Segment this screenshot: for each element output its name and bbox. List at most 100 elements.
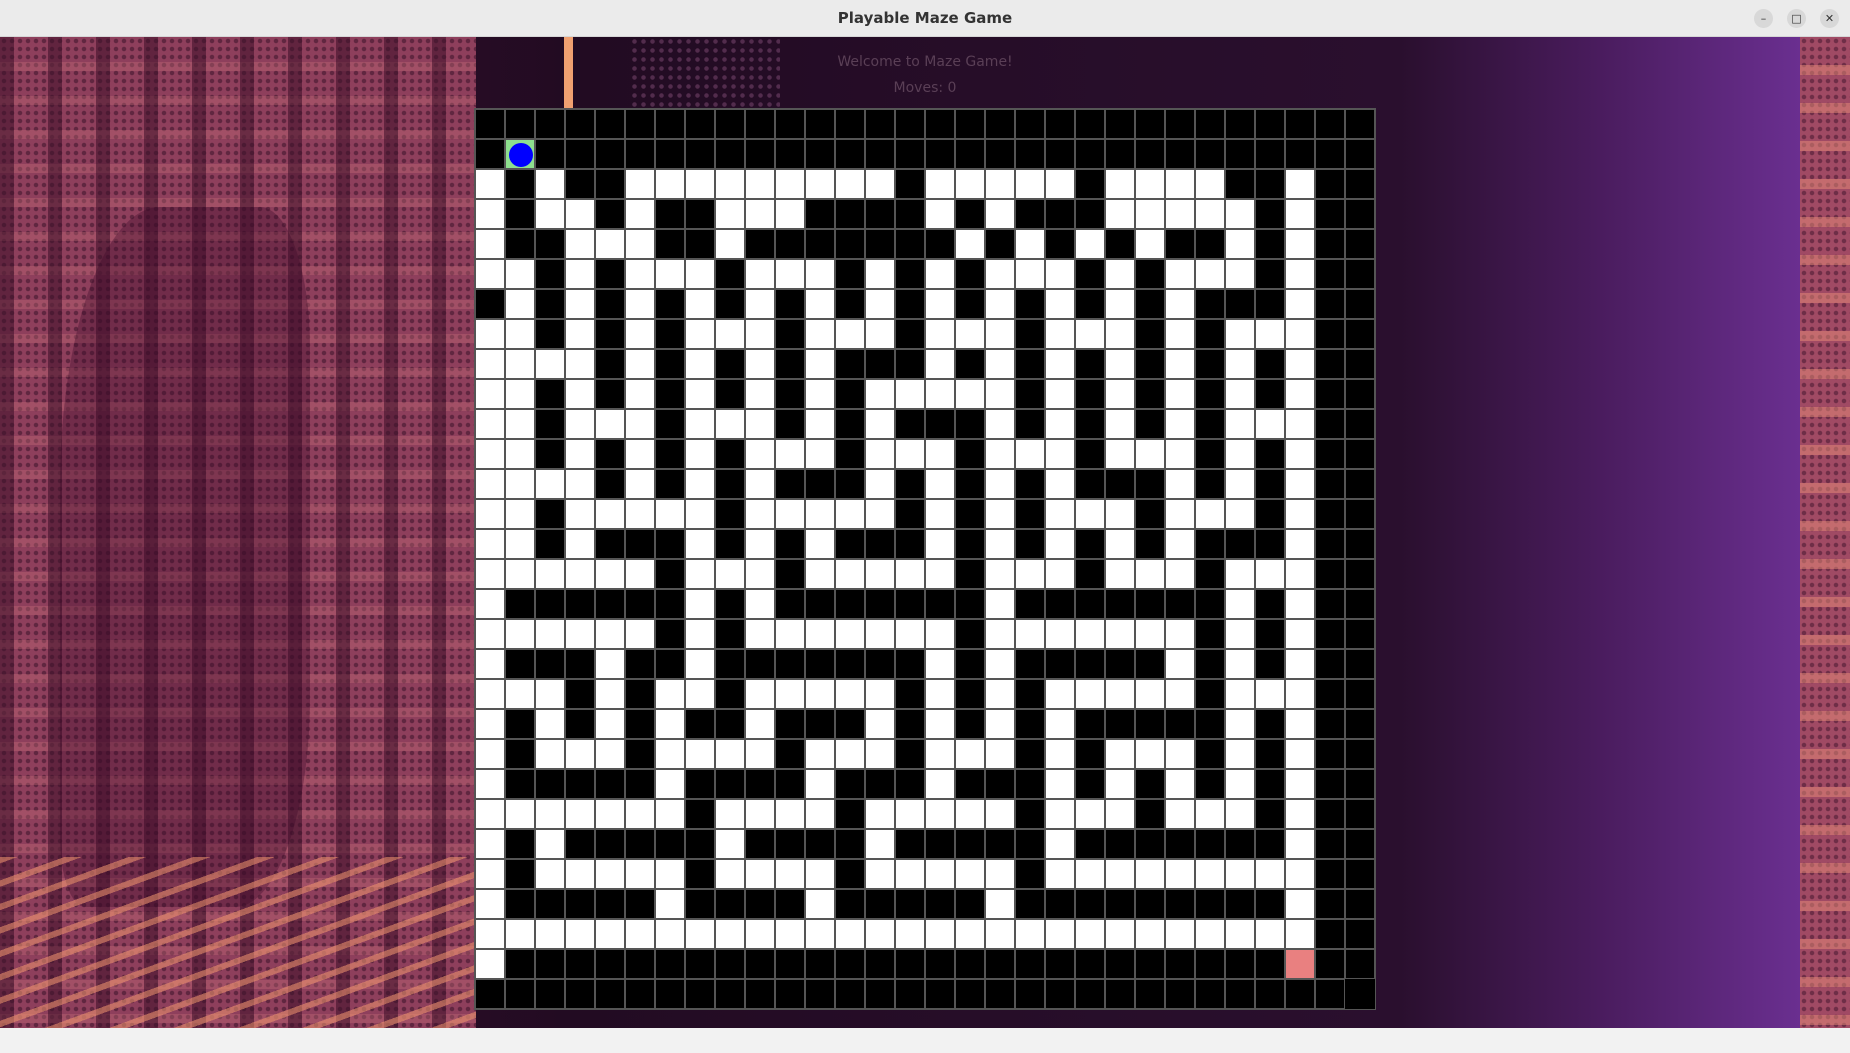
maze-path <box>505 289 535 319</box>
maze-wall <box>1045 229 1075 259</box>
maze-wall <box>835 649 865 679</box>
maze-wall <box>595 769 625 799</box>
maze-wall <box>805 829 835 859</box>
maze-wall <box>925 139 955 169</box>
maze-wall <box>505 859 535 889</box>
maze-wall <box>1105 829 1135 859</box>
maze-path <box>1015 169 1045 199</box>
maze-grid[interactable] <box>474 108 1376 1010</box>
maze-wall <box>1315 769 1345 799</box>
maze-path <box>655 259 685 289</box>
maze-path <box>1045 739 1075 769</box>
maze-path <box>745 499 775 529</box>
maze-path <box>1255 679 1285 709</box>
maze-wall <box>1345 169 1375 199</box>
maze-wall <box>985 109 1015 139</box>
maze-wall <box>625 139 655 169</box>
maze-path <box>475 739 505 769</box>
maze-wall <box>1345 109 1375 139</box>
maze-path <box>865 439 895 469</box>
maze-wall <box>925 829 955 859</box>
maze-wall <box>1255 769 1285 799</box>
maze-wall <box>475 139 505 169</box>
maze-path <box>985 649 1015 679</box>
maze-wall <box>865 529 895 559</box>
maze-wall <box>595 829 625 859</box>
maze-wall <box>895 289 925 319</box>
maze-wall <box>1225 109 1255 139</box>
maze-path <box>505 259 535 289</box>
maze-wall <box>1255 529 1285 559</box>
maze-path <box>985 199 1015 229</box>
maze-path <box>685 319 715 349</box>
maze-wall <box>685 889 715 919</box>
close-icon[interactable]: ✕ <box>1820 9 1839 28</box>
maze-path <box>925 679 955 709</box>
maze-path <box>1285 379 1315 409</box>
maze-wall <box>1195 379 1225 409</box>
maze-wall <box>1195 439 1225 469</box>
maze-path <box>535 199 565 229</box>
minimize-icon[interactable]: – <box>1754 9 1773 28</box>
maze-path <box>835 739 865 769</box>
maze-wall <box>1315 109 1345 139</box>
maze-wall <box>1135 499 1165 529</box>
maze-path <box>985 469 1015 499</box>
maze-wall <box>1315 439 1345 469</box>
maze-wall <box>655 529 685 559</box>
maze-wall <box>1165 889 1195 919</box>
maze-wall <box>775 379 805 409</box>
maze-wall <box>895 679 925 709</box>
maze-path <box>505 499 535 529</box>
maze-path <box>775 799 805 829</box>
maximize-icon[interactable]: □ <box>1787 9 1806 28</box>
player-token[interactable] <box>509 143 533 167</box>
maze-path <box>745 409 775 439</box>
maze-wall <box>1045 649 1075 679</box>
maze-path <box>595 619 625 649</box>
maze-wall <box>1345 829 1375 859</box>
maze-wall <box>745 109 775 139</box>
maze-path <box>1045 319 1075 349</box>
maze-wall <box>1315 619 1345 649</box>
maze-wall <box>1015 139 1045 169</box>
maze-wall <box>625 769 655 799</box>
maze-wall <box>1195 979 1225 1009</box>
maze-path <box>925 379 955 409</box>
maze-path <box>925 739 955 769</box>
maze-path <box>625 349 655 379</box>
maze-path <box>1165 529 1195 559</box>
maze-path <box>955 379 985 409</box>
maze-path <box>1285 619 1315 649</box>
maze-path <box>685 589 715 619</box>
maze-wall <box>1345 769 1375 799</box>
maze-wall <box>1015 589 1045 619</box>
maze-wall <box>655 349 685 379</box>
maze-wall <box>985 949 1015 979</box>
maze-wall <box>565 889 595 919</box>
maze-wall <box>865 229 895 259</box>
maze-path <box>565 799 595 829</box>
maze-path <box>1165 799 1195 829</box>
maze-wall <box>775 829 805 859</box>
maze-wall <box>1195 109 1225 139</box>
maze-path <box>715 919 745 949</box>
maze-wall <box>505 169 535 199</box>
maze-path <box>715 799 745 829</box>
maze-wall <box>535 889 565 919</box>
maze-path <box>1045 169 1075 199</box>
maze-wall <box>1195 829 1225 859</box>
maze-path <box>685 919 715 949</box>
maze-wall <box>835 259 865 289</box>
maze-path <box>985 859 1015 889</box>
maze-start-cell <box>505 139 535 169</box>
maze-wall <box>895 469 925 499</box>
maze-wall <box>1345 619 1375 649</box>
maze-path <box>535 349 565 379</box>
maze-path <box>1285 229 1315 259</box>
maze-path <box>475 589 505 619</box>
maze-wall <box>655 319 685 349</box>
maze-path <box>1045 799 1075 829</box>
maze-wall <box>1225 289 1255 319</box>
maze-wall <box>625 889 655 919</box>
